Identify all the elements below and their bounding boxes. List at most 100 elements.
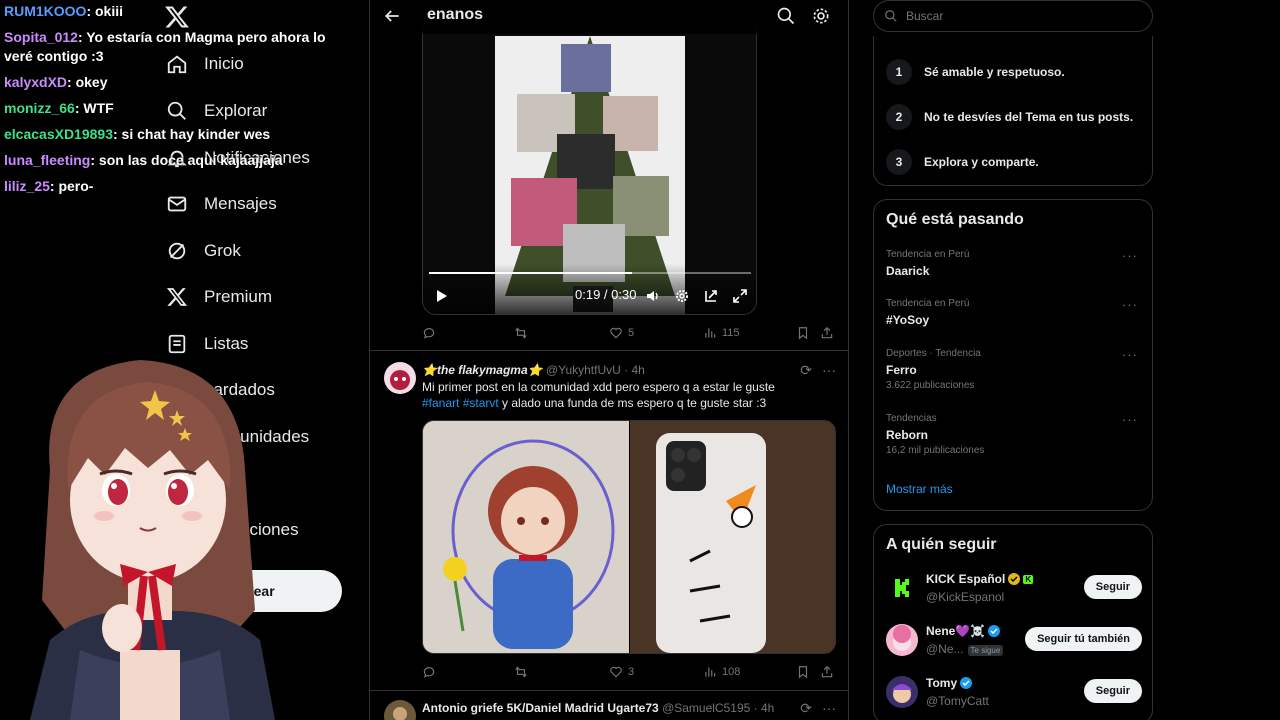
author-name[interactable]: ⭐the flakymagma⭐ (422, 363, 543, 377)
pip-icon[interactable] (703, 288, 719, 304)
share-icon[interactable] (820, 665, 834, 679)
kick-affiliate-icon: K (1023, 574, 1034, 584)
rule-item[interactable]: 3 Explora y comparte. (886, 149, 1039, 175)
play-icon[interactable] (433, 288, 449, 304)
trend-item[interactable]: Tendencia en Perú Daarick ··· (886, 248, 1142, 280)
hashtag-link[interactable]: #starvt (463, 396, 499, 410)
views-icon (705, 667, 716, 677)
more-icon[interactable]: ··· (822, 700, 836, 717)
like-button[interactable]: 5 (609, 326, 634, 340)
chat-message: kalyxdXD: okey (4, 73, 354, 92)
search-box[interactable]: Buscar (873, 0, 1153, 32)
post-media[interactable] (422, 420, 836, 654)
follow-button[interactable]: Seguir (1083, 575, 1142, 599)
verified-icon (960, 677, 973, 689)
author-handle[interactable]: @SamuelC5195 (662, 701, 750, 715)
vtuber-avatar-overlay (30, 360, 275, 720)
rule-text: Sé amable y respetuoso. (924, 65, 1065, 79)
trend-item[interactable]: Tendencias Reborn 16,2 mil publicaciones… (886, 412, 1142, 458)
trend-context: Tendencias (886, 413, 937, 424)
share-icon[interactable] (820, 326, 834, 340)
phone-case-image[interactable] (630, 421, 835, 653)
like-count: 3 (628, 666, 635, 678)
like-button[interactable]: 3 (609, 665, 634, 679)
nav-item-grok[interactable]: Grok (166, 236, 241, 266)
chat-message: RUM1KOOO: okiii (4, 2, 354, 21)
follow-button[interactable]: Seguir (1083, 679, 1142, 703)
video-player[interactable]: 0:19 / 0:30 (422, 22, 757, 315)
avatar[interactable] (886, 624, 918, 656)
author-handle[interactable]: @YukyhtfUvU (546, 363, 621, 377)
post-divider (370, 690, 848, 691)
follows-you-badge: Te sigue (967, 645, 1004, 656)
chat-message: elcacasXD19893: si chat hay kinder wes (4, 125, 354, 144)
follow-back-button[interactable]: Seguir tú también (1025, 627, 1142, 651)
rule-text: Explora y comparte. (924, 155, 1039, 169)
stream-chat-overlay: RUM1KOOO: okiii Sopita_012: Yo estaría co… (4, 2, 354, 203)
chat-username: Sopita_012 (4, 29, 78, 45)
search-icon (885, 10, 897, 22)
chat-username: RUM1KOOO (4, 3, 87, 19)
avatar[interactable] (886, 676, 918, 708)
more-icon[interactable]: ··· (1122, 412, 1138, 427)
chat-text: : pero- (49, 178, 94, 194)
chat-username: elcacasXD19893 (4, 126, 113, 142)
repost-button[interactable] (514, 326, 528, 340)
rule-item[interactable]: 2 No te desvíes del Tema en tus posts. (886, 104, 1133, 130)
rule-number: 1 (886, 59, 912, 85)
follow-suggestion[interactable]: Tomy @TomyCatt Seguir (886, 672, 1142, 712)
avatar-image (384, 700, 416, 720)
more-icon[interactable]: ··· (1122, 347, 1138, 362)
trend-item[interactable]: Deportes · Tendencia Ferro 3.622 publica… (886, 347, 1142, 393)
bookmark-icon[interactable] (796, 665, 810, 679)
video-progress-bar[interactable] (429, 272, 751, 274)
avatar[interactable] (886, 572, 918, 604)
reply-button[interactable] (422, 326, 436, 340)
avatar[interactable] (384, 362, 416, 394)
gear-icon[interactable] (811, 6, 831, 26)
follow-name: Nene💜☠️ (926, 624, 1001, 638)
follow-handle-text: @Ne... (926, 642, 964, 656)
heart-icon (610, 666, 622, 678)
views-button[interactable]: 115 (703, 326, 740, 340)
views-button[interactable]: 108 (703, 665, 740, 679)
grok-icon[interactable]: ⟳ (800, 362, 812, 379)
avatar[interactable] (384, 700, 416, 720)
post-text-rest: y alado una funda de ms espero q te gust… (498, 396, 767, 410)
more-icon[interactable]: ··· (1122, 297, 1138, 312)
post-header: Antonio griefe 5K/Daniel Madrid Ugarte73… (422, 701, 774, 715)
hashtag-link[interactable]: #fanart (422, 396, 459, 410)
follow-title: A quién seguir (886, 536, 997, 553)
chat-username: liliz_25 (4, 178, 50, 194)
grok-icon[interactable]: ⟳ (800, 700, 812, 717)
volume-icon[interactable] (645, 288, 661, 304)
fanart-drawing-image[interactable] (423, 421, 629, 653)
follow-suggestion[interactable]: Nene💜☠️ @Ne... Te sigue Seguir tú también (886, 620, 1142, 660)
post-actions: 5 115 (422, 326, 838, 344)
chat-text: : son las doce aquí kajaajjaja (90, 152, 283, 168)
rule-item[interactable]: 1 Sé amable y respetuoso. (886, 59, 1065, 85)
search-icon[interactable] (776, 6, 796, 26)
repost-button[interactable] (514, 665, 528, 679)
author-name[interactable]: Antonio griefe 5K/Daniel Madrid Ugarte73 (422, 701, 659, 715)
trend-context: Tendencia en Perú (886, 298, 970, 309)
more-icon[interactable]: ··· (822, 362, 836, 379)
repost-icon (515, 666, 527, 678)
more-icon[interactable]: ··· (1122, 248, 1138, 263)
reply-button[interactable] (422, 665, 436, 679)
rule-number: 2 (886, 104, 912, 130)
back-arrow-icon[interactable] (382, 6, 402, 26)
nav-item-premium[interactable]: Premium (166, 282, 272, 312)
chat-message: Sopita_012: Yo estaría con Magma pero ah… (4, 28, 354, 66)
bookmark-icon[interactable] (796, 326, 810, 340)
who-to-follow-card: A quién seguir KICK Español K @KickEspano… (873, 524, 1153, 720)
like-count: 5 (628, 327, 635, 339)
follow-suggestion[interactable]: KICK Español K @KickEspanol Seguir (886, 568, 1142, 608)
trend-item[interactable]: Tendencia en Perú #YoSoy ··· (886, 297, 1142, 329)
show-more-link[interactable]: Mostrar más (886, 482, 953, 496)
chat-text: : WTF (74, 100, 114, 116)
settings-icon[interactable] (674, 288, 690, 304)
main-timeline: enanos 0:19 / 0:30 5 115 ⭐the flakymagma… (369, 0, 849, 720)
fullscreen-icon[interactable] (732, 288, 748, 304)
post-time: · 4h (753, 701, 775, 715)
